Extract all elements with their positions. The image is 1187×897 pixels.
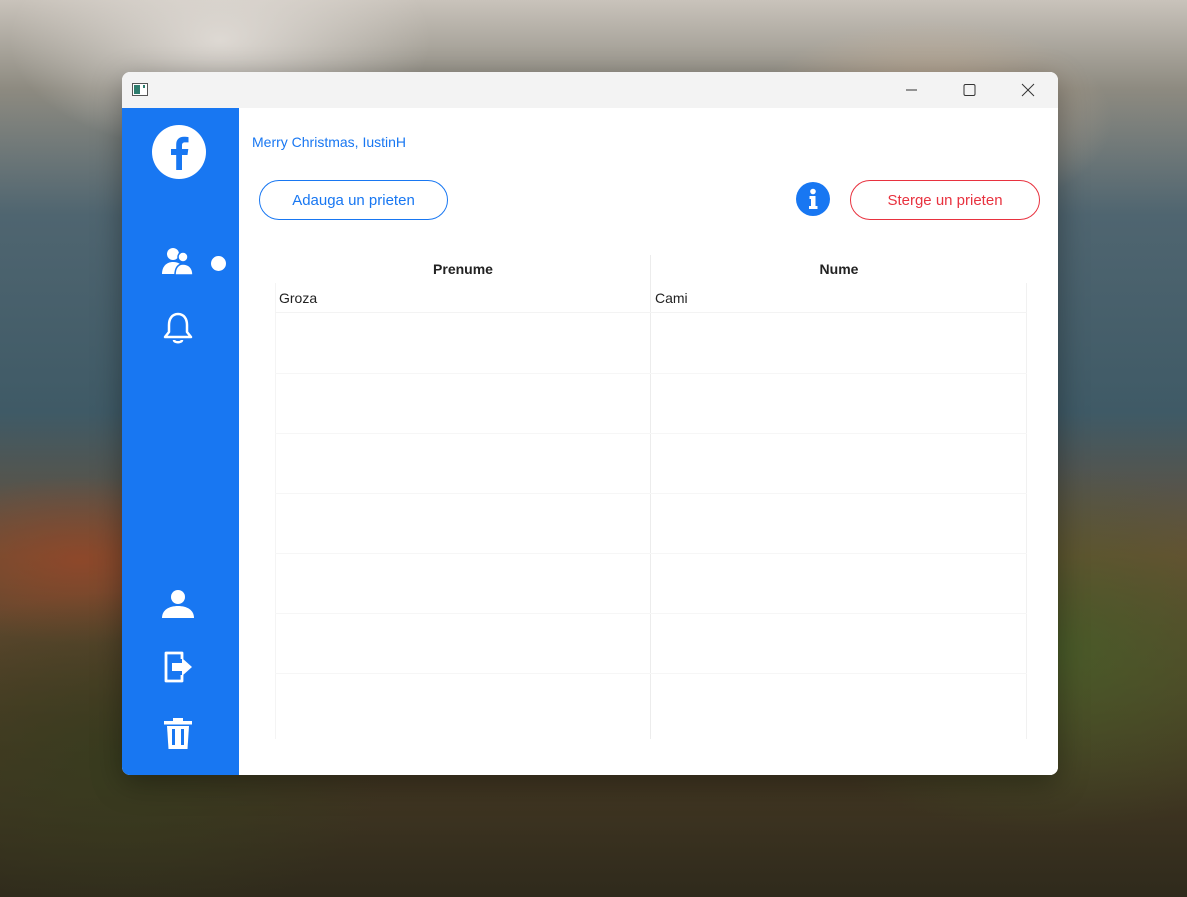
trash-icon xyxy=(164,718,192,749)
row-divider xyxy=(275,493,1027,494)
friends-table: Prenume Nume Groza Cami xyxy=(275,255,1027,739)
row-divider xyxy=(275,433,1027,434)
column-header-prenume[interactable]: Prenume xyxy=(275,255,651,283)
cell-prenume: Groza xyxy=(279,290,318,306)
row-divider xyxy=(275,553,1027,554)
friends-icon xyxy=(162,248,194,276)
column-header-nume[interactable]: Nume xyxy=(651,255,1027,283)
cell-nume: Cami xyxy=(655,290,688,306)
app-window-icon xyxy=(132,83,148,96)
sidebar-item-friends[interactable] xyxy=(160,244,196,280)
active-indicator-dot xyxy=(211,256,226,271)
close-button[interactable] xyxy=(998,72,1056,108)
sidebar xyxy=(122,108,239,775)
logout-icon xyxy=(164,651,192,683)
row-divider xyxy=(275,673,1027,674)
maximize-button[interactable] xyxy=(940,72,998,108)
row-divider xyxy=(275,613,1027,614)
title-bar[interactable] xyxy=(122,72,1058,108)
row-divider xyxy=(275,373,1027,374)
table-header: Prenume Nume xyxy=(275,255,1027,283)
bell-icon xyxy=(163,312,193,344)
minimize-icon xyxy=(906,89,917,91)
column-divider xyxy=(275,283,276,739)
facebook-logo xyxy=(152,125,206,179)
sidebar-item-profile[interactable] xyxy=(160,586,196,622)
table-row[interactable]: Groza Cami xyxy=(275,283,1027,313)
column-divider xyxy=(1026,283,1027,739)
minimize-button[interactable] xyxy=(882,72,940,108)
sidebar-item-delete-account[interactable] xyxy=(160,716,196,752)
add-friend-button[interactable]: Adauga un prieten xyxy=(259,180,448,220)
info-icon[interactable] xyxy=(796,182,830,216)
maximize-icon xyxy=(963,84,976,96)
user-icon xyxy=(162,590,194,618)
greeting-text: Merry Christmas, IustinH xyxy=(252,134,407,150)
sidebar-item-notifications[interactable] xyxy=(160,310,196,346)
column-divider xyxy=(650,255,651,739)
remove-friend-button[interactable]: Sterge un prieten xyxy=(850,180,1040,220)
sidebar-item-logout[interactable] xyxy=(160,649,196,685)
close-icon xyxy=(1021,83,1035,97)
app-window: Merry Christmas, IustinH Adauga un priet… xyxy=(122,72,1058,775)
main-content: Merry Christmas, IustinH Adauga un priet… xyxy=(239,108,1058,775)
